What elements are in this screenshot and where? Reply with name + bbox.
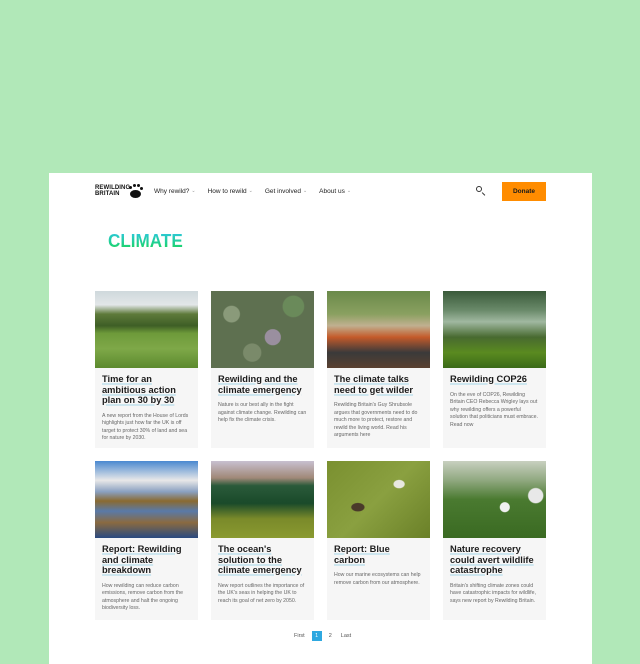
article-title[interactable]: Report: Rewilding and climate breakdown [102,544,191,576]
chevron-down-icon: ⌄ [346,188,352,194]
nav-why-rewild[interactable]: Why rewild? ⌄ [154,188,196,195]
article-card[interactable]: The ocean's solution to the climate emer… [211,461,314,620]
pagination: First 1 2 Last [292,631,353,641]
top-nav: REWILDING BRITAIN Why rewild? ⌄ How to re… [95,181,546,201]
nav-about-us[interactable]: About us ⌄ [319,188,351,195]
article-description: Nature is our best ally in the fight aga… [218,402,307,424]
nav-how-to-rewild[interactable]: How to rewild ⌄ [208,188,253,195]
pagination-page-2[interactable]: 2 [327,631,334,641]
article-card[interactable]: The climate talks need to get wilder Rewi… [327,291,430,448]
article-description: Rewilding Britain's Guy Shrubsole argues… [334,402,418,439]
article-image [327,461,430,538]
chevron-down-icon: ⌄ [302,188,308,194]
article-image [327,291,430,368]
article-title[interactable]: The ocean's solution to the climate emer… [218,544,307,576]
nav-get-involved[interactable]: Get involved ⌄ [265,188,307,195]
article-card[interactable]: Rewilding and the climate emergency Natur… [211,291,314,448]
article-description: How rewilding can reduce carbon emission… [102,582,184,612]
article-title[interactable]: Rewilding COP26 [450,374,539,385]
article-title[interactable]: Rewilding and the climate emergency [218,374,307,395]
article-card[interactable]: Report: Rewilding and climate breakdown H… [95,461,198,620]
article-image [95,461,198,538]
article-description: Britain's shifting climate zones could h… [450,582,536,604]
logo-text: REWILDING BRITAIN [95,185,130,197]
article-description: A new report from the House of Lords hig… [102,412,189,442]
chevron-down-icon: ⌄ [191,188,196,194]
chevron-down-icon: ⌄ [248,188,253,194]
article-image [443,461,546,538]
article-title[interactable]: Time for an ambitious action plan on 30 … [102,374,191,406]
logo[interactable]: REWILDING BRITAIN [95,183,144,199]
article-grid: Time for an ambitious action plan on 30 … [95,291,547,620]
search-icon[interactable] [475,185,487,197]
article-image [95,291,198,368]
page-title: CLIMATE [108,231,183,251]
article-card[interactable]: Report: Blue carbon How our marine ecosys… [327,461,430,620]
article-image [211,291,314,368]
article-description: How our marine ecosystems can help remov… [334,572,421,586]
main-menu: Why rewild? ⌄ How to rewild ⌄ Get involved… [154,188,351,195]
nav-label: How to rewild [207,187,247,195]
nav-label: About us [319,187,345,195]
article-title[interactable]: Nature recovery could avert wildlife cat… [450,544,539,576]
article-description: On the eve of COP26, Rewilding Britain C… [450,391,538,428]
nav-label: Get involved [264,187,301,195]
paw-print-icon [128,183,144,199]
page-panel: REWILDING BRITAIN Why rewild? ⌄ How to re… [49,173,592,664]
article-image [211,461,314,538]
article-image [443,291,546,368]
nav-label: Why rewild? [154,187,190,195]
pagination-last[interactable]: Last [339,631,353,641]
article-title[interactable]: Report: Blue carbon [334,544,423,565]
article-card[interactable]: Time for an ambitious action plan on 30 … [95,291,198,448]
article-title[interactable]: The climate talks need to get wilder [334,374,423,395]
pagination-first[interactable]: First [292,631,307,641]
logo-line2: BRITAIN [95,191,120,197]
article-description: New report outlines the importance of th… [218,582,305,604]
article-card[interactable]: Rewilding COP26 On the eve of COP26, Rewi… [443,291,546,448]
article-card[interactable]: Nature recovery could avert wildlife cat… [443,461,546,620]
pagination-page-1[interactable]: 1 [311,631,322,641]
donate-button[interactable]: Donate [502,181,546,201]
